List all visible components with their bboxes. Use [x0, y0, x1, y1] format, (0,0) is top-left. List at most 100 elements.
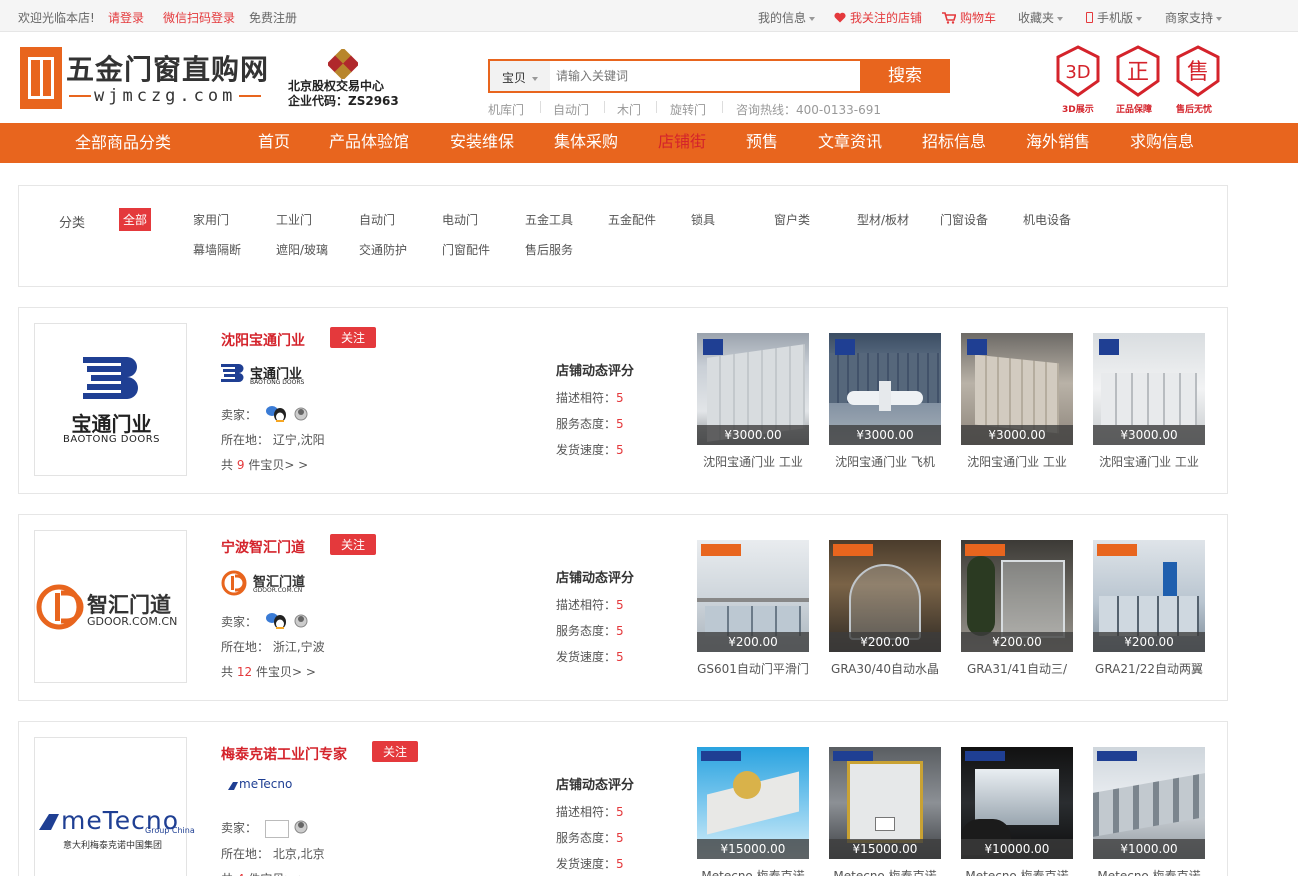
filter-cat[interactable]: 机电设备: [1023, 211, 1071, 228]
store-name[interactable]: 沈阳宝通门业: [221, 330, 305, 350]
product-image[interactable]: ¥200.00: [1093, 540, 1205, 652]
filter-cat[interactable]: 锁具: [691, 211, 715, 228]
filter-cat[interactable]: 门窗配件: [442, 241, 490, 258]
favorites-menu[interactable]: 收藏夹: [1018, 9, 1064, 26]
filter-cat[interactable]: 幕墙隔断: [193, 241, 241, 258]
product-title[interactable]: GRA30/40自动水晶: [829, 660, 941, 677]
follow-button[interactable]: 关注: [372, 741, 419, 762]
filter-cat[interactable]: 工业门: [276, 211, 312, 228]
product-item[interactable]: ¥200.00 GRA31/41自动三/: [961, 540, 1073, 677]
product-title[interactable]: Metecno 梅泰克诺: [697, 867, 809, 876]
register-link[interactable]: 免费注册: [249, 9, 297, 26]
product-title[interactable]: 沈阳宝通门业 工业: [697, 453, 809, 470]
hot-word-3[interactable]: 木门: [617, 101, 641, 118]
store-logo[interactable]: 智汇门道 GDOOR.COM.CN: [34, 530, 187, 683]
filter-cat[interactable]: 家用门: [193, 211, 229, 228]
product-item[interactable]: ¥15000.00 Metecno 梅泰克诺: [829, 747, 941, 876]
nav-presale[interactable]: 预售: [746, 123, 778, 163]
store-name[interactable]: 梅泰克诺工业门专家: [221, 744, 347, 764]
product-item[interactable]: ¥3000.00 沈阳宝通门业 工业: [961, 333, 1073, 470]
product-image[interactable]: ¥3000.00: [961, 333, 1073, 445]
product-image[interactable]: ¥3000.00: [697, 333, 809, 445]
product-item[interactable]: ¥200.00 GS601自动门平滑门: [697, 540, 809, 677]
filter-cat[interactable]: 型材/板材: [857, 211, 909, 228]
cart-link[interactable]: 购物车: [942, 9, 996, 27]
product-item[interactable]: ¥3000.00 沈阳宝通门业 工业: [1093, 333, 1205, 470]
product-title[interactable]: 沈阳宝通门业 工业: [961, 453, 1073, 470]
filter-cat[interactable]: 门窗设备: [940, 211, 988, 228]
filter-cat[interactable]: 交通防护: [359, 241, 407, 258]
qq-icon[interactable]: [293, 819, 309, 838]
hot-word-4[interactable]: 旋转门: [670, 101, 706, 118]
product-title[interactable]: Metecno 梅泰克诺: [829, 867, 941, 876]
nav-tenders[interactable]: 招标信息: [922, 123, 986, 163]
nav-wanted[interactable]: 求购信息: [1130, 123, 1194, 163]
wechat-login-link[interactable]: 微信扫码登录: [163, 9, 235, 26]
hot-word-1[interactable]: 机库门: [488, 101, 524, 118]
product-image[interactable]: ¥15000.00: [829, 747, 941, 859]
filter-cat[interactable]: 自动门: [359, 211, 395, 228]
nav-installation[interactable]: 安装维保: [450, 123, 514, 163]
product-image[interactable]: ¥3000.00: [829, 333, 941, 445]
search-type-select[interactable]: 宝贝: [490, 61, 550, 91]
qq-icon[interactable]: [293, 406, 309, 425]
followed-shops-link[interactable]: 我关注的店铺: [834, 9, 922, 26]
my-info-menu[interactable]: 我的信息: [758, 9, 816, 26]
product-image[interactable]: ¥1000.00: [1093, 747, 1205, 859]
qq-icon[interactable]: [293, 613, 309, 632]
mobile-menu[interactable]: 手机版: [1086, 9, 1143, 26]
site-logo-mark[interactable]: [20, 47, 62, 109]
follow-button[interactable]: 关注: [330, 327, 377, 348]
nav-articles[interactable]: 文章资讯: [818, 123, 882, 163]
nav-shop-street[interactable]: 店铺街: [658, 123, 706, 163]
filter-cat[interactable]: 售后服务: [525, 241, 573, 258]
item-count-link[interactable]: 共 9 件宝贝> >: [221, 456, 308, 473]
product-item[interactable]: ¥15000.00 Metecno 梅泰克诺: [697, 747, 809, 876]
product-title[interactable]: GRA21/22自动两翼: [1093, 660, 1205, 677]
product-title[interactable]: Metecno 梅泰克诺: [961, 867, 1073, 876]
search-button[interactable]: 搜索: [860, 59, 950, 93]
wangwang-icon[interactable]: [265, 405, 289, 426]
product-item[interactable]: ¥10000.00 Metecno 梅泰克诺: [961, 747, 1073, 876]
merchant-support-menu[interactable]: 商家支持: [1165, 9, 1223, 26]
product-image[interactable]: ¥10000.00: [961, 747, 1073, 859]
product-image[interactable]: ¥3000.00: [1093, 333, 1205, 445]
nav-overseas[interactable]: 海外销售: [1026, 123, 1090, 163]
broken-image-icon[interactable]: [264, 819, 289, 838]
product-title[interactable]: 沈阳宝通门业 飞机: [829, 453, 941, 470]
login-link[interactable]: 请登录: [108, 9, 144, 26]
item-count-link[interactable]: 共 4 件宝贝> >: [221, 870, 308, 876]
filter-cat[interactable]: 电动门: [442, 211, 478, 228]
hot-word-2[interactable]: 自动门: [553, 101, 589, 118]
product-image[interactable]: ¥200.00: [697, 540, 809, 652]
product-image[interactable]: ¥200.00: [829, 540, 941, 652]
product-title[interactable]: GRA31/41自动三/: [961, 660, 1073, 677]
store-name[interactable]: 宁波智汇门道: [221, 537, 305, 557]
filter-cat[interactable]: 五金配件: [608, 211, 656, 228]
product-item[interactable]: ¥200.00 GRA30/40自动水晶: [829, 540, 941, 677]
wangwang-icon[interactable]: [265, 612, 289, 633]
product-item[interactable]: ¥3000.00 沈阳宝通门业 飞机: [829, 333, 941, 470]
filter-all[interactable]: 全部: [119, 208, 152, 231]
product-image[interactable]: ¥200.00: [961, 540, 1073, 652]
site-logo-title[interactable]: 五金门窗直购网: [66, 48, 269, 88]
filter-cat[interactable]: 窗户类: [774, 211, 810, 228]
product-image[interactable]: ¥15000.00: [697, 747, 809, 859]
store-logo[interactable]: 宝通门业 BAOTONG DOORS: [34, 323, 187, 476]
product-item[interactable]: ¥3000.00 沈阳宝通门业 工业: [697, 333, 809, 470]
product-title[interactable]: GS601自动门平滑门: [697, 660, 809, 677]
product-item[interactable]: ¥1000.00 Metecno 梅泰克诺: [1093, 747, 1205, 876]
filter-cat[interactable]: 遮阳/玻璃: [276, 241, 328, 258]
follow-button[interactable]: 关注: [330, 534, 377, 555]
all-categories-button[interactable]: 全部商品分类: [0, 123, 246, 163]
product-title[interactable]: Metecno 梅泰克诺: [1093, 867, 1205, 876]
nav-group-purchase[interactable]: 集体采购: [554, 123, 618, 163]
nav-product-hall[interactable]: 产品体验馆: [329, 123, 409, 163]
product-title[interactable]: 沈阳宝通门业 工业: [1093, 453, 1205, 470]
product-item[interactable]: ¥200.00 GRA21/22自动两翼: [1093, 540, 1205, 677]
store-logo[interactable]: meTecno Group China 意大利梅泰克诺中国集团: [34, 737, 195, 876]
search-input[interactable]: [550, 61, 860, 91]
filter-cat[interactable]: 五金工具: [525, 211, 573, 228]
nav-home[interactable]: 首页: [258, 123, 290, 163]
item-count-link[interactable]: 共 12 件宝贝> >: [221, 663, 316, 680]
